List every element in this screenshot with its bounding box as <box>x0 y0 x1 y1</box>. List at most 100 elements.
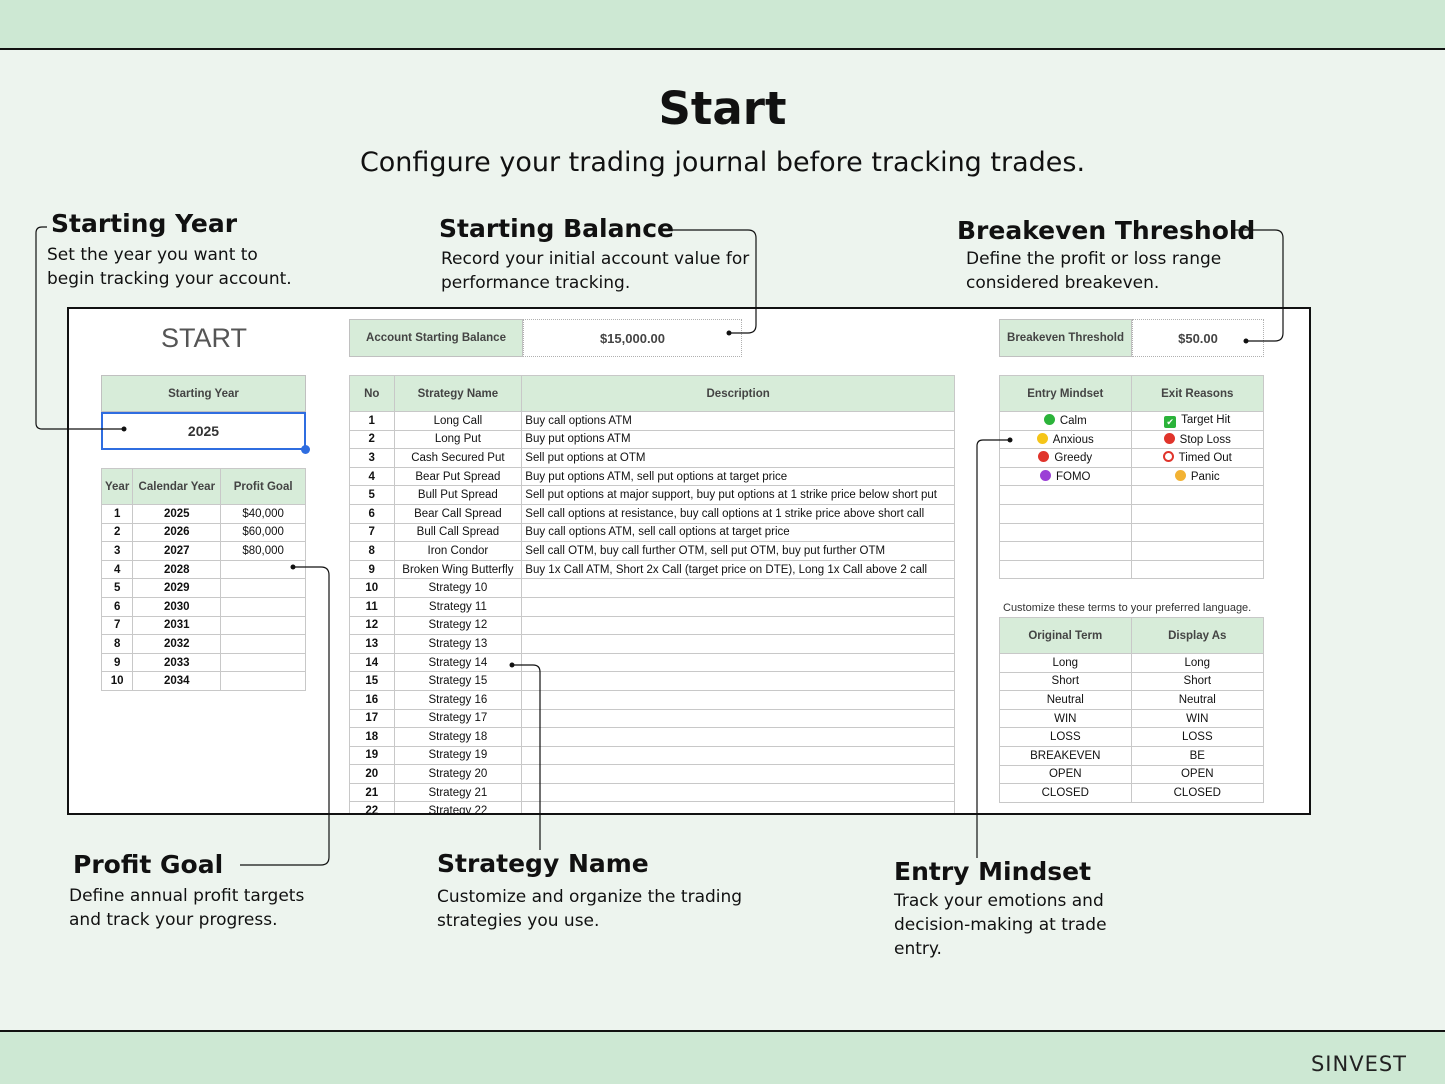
strategy-name-cell[interactable]: Bull Call Spread <box>393 522 523 543</box>
display-term-cell[interactable]: WIN <box>1130 708 1265 729</box>
strategy-description-cell[interactable]: Buy call options ATM, sell call options … <box>521 522 955 543</box>
year-index-cell[interactable]: 3 <box>100 541 134 561</box>
strategy-description-cell[interactable]: Buy call options ATM <box>521 411 955 431</box>
profit-goal-cell[interactable] <box>220 596 306 617</box>
original-term-cell[interactable]: OPEN <box>999 764 1132 785</box>
exit-reason-cell[interactable]: Timed Out <box>1130 448 1265 468</box>
strategy-description-cell[interactable] <box>521 596 955 617</box>
empty-cell[interactable] <box>999 485 1132 505</box>
strategy-name-cell[interactable]: Strategy 14 <box>393 652 523 673</box>
strategy-name-cell[interactable]: Broken Wing Butterfly <box>393 559 523 580</box>
empty-cell[interactable] <box>1130 522 1265 543</box>
strategy-name-cell[interactable]: Strategy 18 <box>393 727 523 747</box>
calendar-year-cell[interactable]: 2034 <box>132 671 222 691</box>
strategy-number-cell[interactable]: 3 <box>349 448 395 468</box>
profit-goal-cell[interactable] <box>220 615 306 636</box>
strategy-number-cell[interactable]: 21 <box>349 782 395 803</box>
display-term-cell[interactable]: Short <box>1130 671 1265 692</box>
year-index-cell[interactable]: 7 <box>100 615 134 636</box>
account-starting-balance-cell[interactable]: $15,000.00 <box>523 319 742 357</box>
strategy-number-cell[interactable]: 8 <box>349 541 395 561</box>
display-term-cell[interactable]: BE <box>1130 745 1265 766</box>
strategy-name-cell[interactable]: Bear Call Spread <box>393 503 523 524</box>
strategy-name-cell[interactable]: Strategy 11 <box>393 596 523 617</box>
strategy-number-cell[interactable]: 2 <box>349 429 395 450</box>
strategy-description-cell[interactable]: Sell call options at resistance, buy cal… <box>521 503 955 524</box>
strategy-name-cell[interactable]: Long Put <box>393 429 523 450</box>
strategy-name-cell[interactable]: Long Call <box>393 411 523 431</box>
calendar-year-cell[interactable]: 2032 <box>132 634 222 654</box>
year-index-cell[interactable]: 6 <box>100 596 134 617</box>
strategy-number-cell[interactable]: 10 <box>349 578 395 598</box>
strategy-name-cell[interactable]: Strategy 13 <box>393 634 523 654</box>
original-term-cell[interactable]: WIN <box>999 708 1132 729</box>
breakeven-threshold-cell[interactable]: $50.00 <box>1132 319 1264 357</box>
calendar-year-cell[interactable]: 2027 <box>132 541 222 561</box>
strategy-number-cell[interactable]: 20 <box>349 764 395 784</box>
year-index-cell[interactable]: 9 <box>100 652 134 673</box>
original-term-cell[interactable]: LOSS <box>999 727 1132 747</box>
strategy-name-cell[interactable]: Strategy 21 <box>393 782 523 803</box>
strategy-name-cell[interactable]: Strategy 12 <box>393 615 523 636</box>
strategy-number-cell[interactable]: 19 <box>349 745 395 766</box>
empty-cell[interactable] <box>999 522 1132 543</box>
empty-cell[interactable] <box>1130 541 1265 561</box>
strategy-description-cell[interactable]: Sell call OTM, buy call further OTM, sel… <box>521 541 955 561</box>
calendar-year-cell[interactable]: 2031 <box>132 615 222 636</box>
strategy-name-cell[interactable]: Strategy 22 <box>393 801 523 813</box>
strategy-name-cell[interactable]: Strategy 16 <box>393 689 523 710</box>
strategy-name-cell[interactable]: Cash Secured Put <box>393 448 523 468</box>
empty-cell[interactable] <box>999 541 1132 561</box>
strategy-number-cell[interactable]: 15 <box>349 671 395 691</box>
strategy-name-cell[interactable]: Bear Put Spread <box>393 466 523 487</box>
original-term-cell[interactable]: Short <box>999 671 1132 692</box>
year-index-cell[interactable]: 10 <box>100 671 134 691</box>
original-term-cell[interactable]: Long <box>999 653 1132 673</box>
strategy-description-cell[interactable]: Buy put options ATM, sell put options at… <box>521 466 955 487</box>
strategy-description-cell[interactable] <box>521 689 955 710</box>
exit-reason-cell[interactable]: Stop Loss <box>1130 429 1265 450</box>
display-term-cell[interactable]: Neutral <box>1130 690 1265 710</box>
strategy-number-cell[interactable]: 14 <box>349 652 395 673</box>
strategy-description-cell[interactable] <box>521 652 955 673</box>
entry-mindset-cell[interactable]: Calm <box>999 411 1132 431</box>
profit-goal-cell[interactable]: $60,000 <box>220 522 306 543</box>
year-index-cell[interactable]: 2 <box>100 522 134 543</box>
strategy-description-cell[interactable]: Buy 1x Call ATM, Short 2x Call (target p… <box>521 559 955 580</box>
strategy-description-cell[interactable] <box>521 671 955 691</box>
original-term-cell[interactable]: BREAKEVEN <box>999 745 1132 766</box>
strategy-number-cell[interactable]: 12 <box>349 615 395 636</box>
strategy-number-cell[interactable]: 22 <box>349 801 395 813</box>
strategy-name-cell[interactable]: Strategy 20 <box>393 764 523 784</box>
calendar-year-cell[interactable]: 2028 <box>132 559 222 580</box>
strategy-description-cell[interactable]: Sell put options at OTM <box>521 448 955 468</box>
calendar-year-cell[interactable]: 2030 <box>132 596 222 617</box>
strategy-number-cell[interactable]: 9 <box>349 559 395 580</box>
year-index-cell[interactable]: 1 <box>100 504 134 524</box>
exit-reason-cell[interactable]: Panic <box>1130 466 1265 487</box>
profit-goal-cell[interactable]: $40,000 <box>220 504 306 524</box>
year-index-cell[interactable]: 5 <box>100 578 134 598</box>
strategy-description-cell[interactable] <box>521 764 955 784</box>
profit-goal-cell[interactable] <box>220 652 306 673</box>
strategy-name-cell[interactable]: Iron Condor <box>393 541 523 561</box>
profit-goal-cell[interactable]: $80,000 <box>220 541 306 561</box>
strategy-number-cell[interactable]: 11 <box>349 596 395 617</box>
strategy-number-cell[interactable]: 4 <box>349 466 395 487</box>
strategy-description-cell[interactable]: Buy put options ATM <box>521 429 955 450</box>
empty-cell[interactable] <box>999 559 1132 580</box>
original-term-cell[interactable]: Neutral <box>999 690 1132 710</box>
entry-mindset-cell[interactable]: FOMO <box>999 466 1132 487</box>
strategy-description-cell[interactable] <box>521 578 955 598</box>
original-term-cell[interactable]: CLOSED <box>999 783 1132 803</box>
strategy-name-cell[interactable]: Strategy 19 <box>393 745 523 766</box>
exit-reason-cell[interactable]: ✔ Target Hit <box>1130 411 1265 431</box>
year-index-cell[interactable]: 8 <box>100 634 134 654</box>
year-index-cell[interactable]: 4 <box>100 559 134 580</box>
strategy-number-cell[interactable]: 7 <box>349 522 395 543</box>
profit-goal-cell[interactable] <box>220 634 306 654</box>
strategy-description-cell[interactable] <box>521 615 955 636</box>
strategy-description-cell[interactable] <box>521 708 955 729</box>
calendar-year-cell[interactable]: 2033 <box>132 652 222 673</box>
display-term-cell[interactable]: Long <box>1130 653 1265 673</box>
